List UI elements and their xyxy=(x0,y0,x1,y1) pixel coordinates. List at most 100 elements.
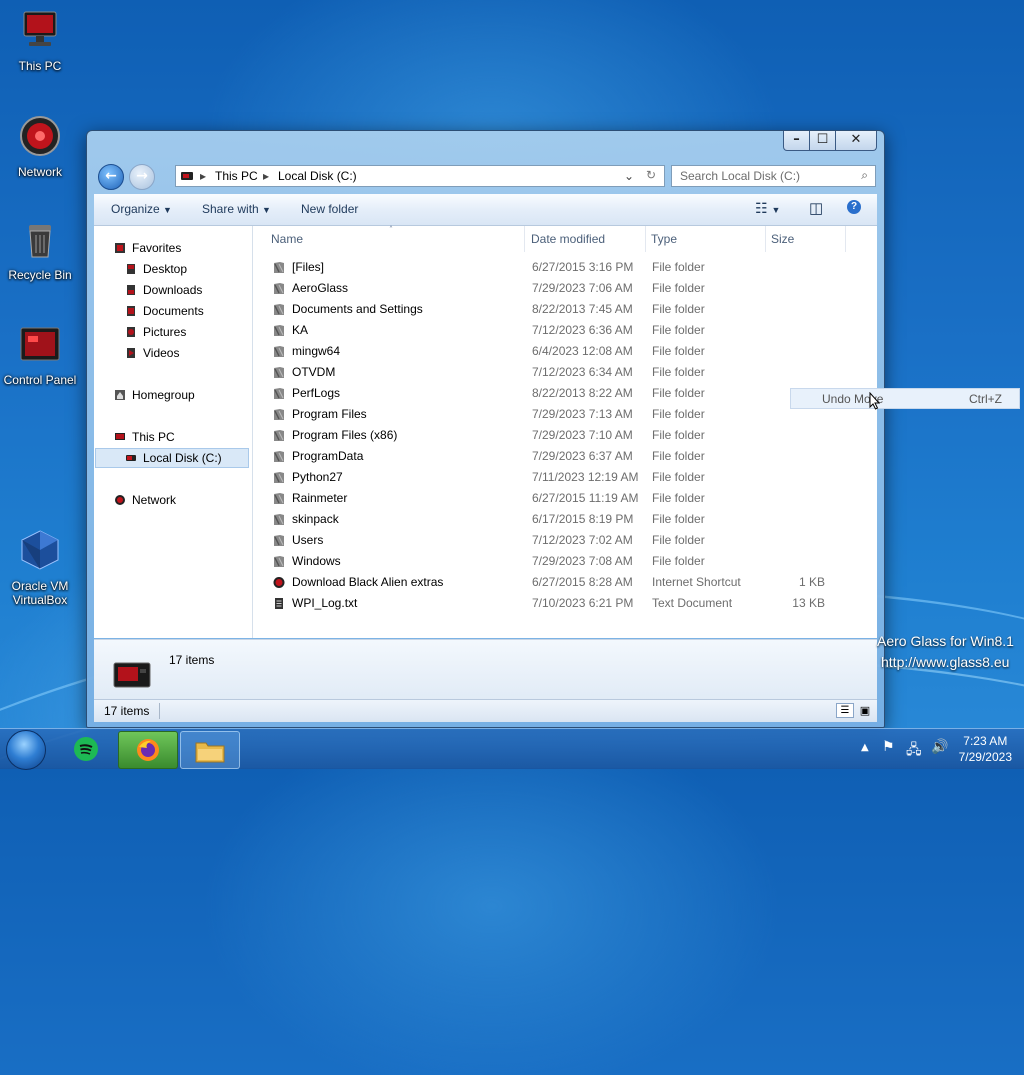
desktop-icon-control-panel[interactable]: Control Panel xyxy=(0,322,80,387)
nav-downloads[interactable]: Downloads xyxy=(125,283,202,297)
file-name: WPI_Log.txt xyxy=(292,596,358,610)
folder-icon xyxy=(274,367,284,378)
action-center-flag-icon[interactable]: ⚑ xyxy=(882,739,895,755)
star-icon xyxy=(115,243,125,253)
column-header-type[interactable]: Type xyxy=(646,226,766,252)
maximize-button[interactable]: ☐ xyxy=(809,131,836,151)
folder-icon xyxy=(274,325,284,336)
sort-ascending-icon: ˄ xyxy=(389,225,393,234)
nav-homegroup[interactable]: Homegroup xyxy=(114,388,195,402)
file-row[interactable]: Windows 7/29/2023 7:08 AM File folder xyxy=(253,551,853,572)
file-name: Python27 xyxy=(292,470,343,484)
details-item-count: 17 items xyxy=(169,653,215,667)
organize-menu[interactable]: Organize ▼ xyxy=(111,202,172,216)
file-name: Windows xyxy=(292,554,341,568)
file-name: Users xyxy=(292,533,324,547)
search-input[interactable]: Search Local Disk (C:) ⌕ xyxy=(671,165,876,187)
file-name: ProgramData xyxy=(292,449,364,463)
context-menu-undo-move[interactable]: Undo Move Ctrl+Z xyxy=(790,388,1020,409)
explorer-window[interactable]: – ☐ ✕ ← → ▸ This PC ▸ Local Disk (C:) ⌄ … xyxy=(86,130,885,728)
view-options-icon[interactable]: ☷ ▼ xyxy=(755,200,780,217)
file-row[interactable]: WPI_Log.txt 7/10/2023 6:21 PM Text Documen… xyxy=(253,593,853,614)
minimize-button[interactable]: – xyxy=(783,131,810,151)
file-date-modified: 7/12/2023 6:34 AM xyxy=(532,365,633,379)
breadcrumb-this-pc[interactable]: This PC xyxy=(215,169,258,183)
search-placeholder: Search Local Disk (C:) xyxy=(680,169,801,183)
file-row[interactable]: Documents and Settings 8/22/2013 7:45 AM F… xyxy=(253,299,853,320)
volume-icon[interactable]: 🔊 xyxy=(931,739,948,755)
nav-documents[interactable]: Documents xyxy=(125,304,204,318)
file-row[interactable]: Download Black Alien extras 6/27/2015 8:2… xyxy=(253,572,853,593)
text-document-icon xyxy=(275,598,283,609)
show-hidden-icons[interactable]: ▲ xyxy=(861,742,869,753)
file-row[interactable]: Program Files (x86) 7/29/2023 7:10 AM File… xyxy=(253,425,853,446)
file-row[interactable]: PerfLogs 8/22/2013 8:22 AM File folder xyxy=(253,383,853,404)
column-header-date[interactable]: Date modified xyxy=(526,226,646,252)
search-icon: ⌕ xyxy=(861,168,868,182)
file-date-modified: 8/22/2013 8:22 AM xyxy=(532,386,633,400)
taskbar-spotify[interactable] xyxy=(56,731,114,767)
file-row[interactable]: Python27 7/11/2023 12:19 AM File folder xyxy=(253,467,853,488)
file-row[interactable]: AeroGlass 7/29/2023 7:06 AM File folder xyxy=(253,278,853,299)
forward-button[interactable]: → xyxy=(129,164,155,190)
file-date-modified: 6/27/2015 3:16 PM xyxy=(532,260,634,274)
address-dropdown-icon[interactable]: ⌄ xyxy=(624,169,634,183)
nav-pictures[interactable]: Pictures xyxy=(125,325,186,339)
refresh-icon[interactable]: ↻ xyxy=(646,168,656,182)
file-type: File folder xyxy=(652,281,705,295)
close-button[interactable]: ✕ xyxy=(835,131,877,151)
network-tray-icon[interactable]: 🖧 xyxy=(906,739,922,763)
nav-local-disk[interactable]: Local Disk (C:) xyxy=(125,451,222,465)
system-clock[interactable]: 7:23 AM 7/29/2023 xyxy=(959,733,1012,765)
breadcrumb-separator[interactable]: ▸ xyxy=(263,169,269,183)
file-row[interactable]: OTVDM 7/12/2023 6:34 AM File folder xyxy=(253,362,853,383)
nav-videos[interactable]: Videos xyxy=(125,346,179,360)
file-row[interactable]: KA 7/12/2023 6:36 AM File folder xyxy=(253,320,853,341)
desktop-icon-this-pc[interactable]: This PC xyxy=(0,8,80,73)
folder-icon xyxy=(274,430,284,441)
nav-network[interactable]: Network xyxy=(114,493,176,507)
computer-icon xyxy=(115,433,125,440)
taskbar-firefox[interactable] xyxy=(118,731,178,769)
file-name: AeroGlass xyxy=(292,281,349,295)
file-date-modified: 7/10/2023 6:21 PM xyxy=(532,596,634,610)
folder-icon xyxy=(274,346,284,357)
help-icon[interactable]: ? xyxy=(847,200,861,214)
file-date-modified: 6/27/2015 8:28 AM xyxy=(532,575,633,589)
desktop-icon-network[interactable]: Network xyxy=(0,114,80,179)
file-name: skinpack xyxy=(292,512,339,526)
file-row[interactable]: mingw64 6/4/2023 12:08 AM File folder xyxy=(253,341,853,362)
file-row[interactable]: skinpack 6/17/2015 8:19 PM File folder xyxy=(253,509,853,530)
address-bar[interactable]: ▸ This PC ▸ Local Disk (C:) ⌄ ↻ xyxy=(175,165,665,187)
taskbar-file-explorer[interactable] xyxy=(180,731,240,769)
folder-icon xyxy=(274,262,284,273)
start-button[interactable] xyxy=(6,730,46,770)
thumbnail-view-icon[interactable]: ▣ xyxy=(857,703,873,718)
column-header-size[interactable]: Size xyxy=(766,226,846,252)
firefox-icon xyxy=(137,739,159,761)
file-type: File folder xyxy=(652,386,705,400)
control-panel-icon xyxy=(20,327,60,361)
column-header-name[interactable]: Name xyxy=(266,226,525,252)
file-row[interactable]: Users 7/12/2023 7:02 AM File folder xyxy=(253,530,853,551)
file-date-modified: 7/29/2023 7:13 AM xyxy=(532,407,633,421)
back-button[interactable]: ← xyxy=(98,164,124,190)
file-row[interactable]: [Files] 6/27/2015 3:16 PM File folder xyxy=(253,257,853,278)
file-row[interactable]: ProgramData 7/29/2023 6:37 AM File folder xyxy=(253,446,853,467)
nav-favorites[interactable]: Favorites xyxy=(114,241,181,255)
preview-pane-icon[interactable]: ◫ xyxy=(809,199,823,217)
nav-desktop[interactable]: Desktop xyxy=(125,262,187,276)
breadcrumb-separator[interactable]: ▸ xyxy=(200,169,206,183)
details-view-icon[interactable]: ☰ xyxy=(836,703,854,718)
desktop-icon-recycle-bin[interactable]: Recycle Bin xyxy=(0,217,80,282)
file-row[interactable]: Program Files 7/29/2023 7:13 AM File folde… xyxy=(253,404,853,425)
nav-this-pc[interactable]: This PC xyxy=(114,430,175,444)
file-date-modified: 8/22/2013 7:45 AM xyxy=(532,302,633,316)
desktop-icon-virtualbox[interactable]: Oracle VM VirtualBox xyxy=(0,528,80,607)
desktop-icon xyxy=(127,264,135,274)
breadcrumb-local-disk[interactable]: Local Disk (C:) xyxy=(278,169,357,183)
share-with-menu[interactable]: Share with ▼ xyxy=(202,202,271,216)
new-folder-button[interactable]: New folder xyxy=(301,202,358,216)
file-row[interactable]: Rainmeter 6/27/2015 11:19 AM File folder xyxy=(253,488,853,509)
spotify-icon xyxy=(74,737,98,761)
